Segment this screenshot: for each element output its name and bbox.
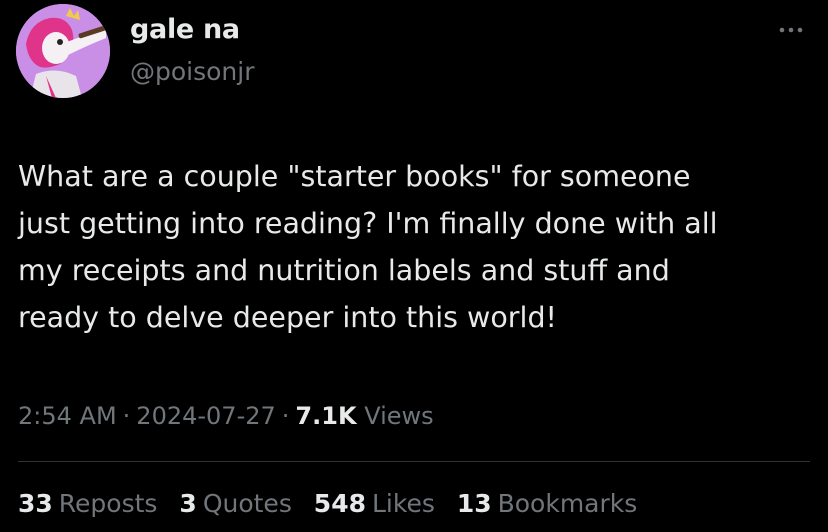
reposts-stat[interactable]: 33 Reposts [18, 484, 157, 524]
user-info: gale na @poisonjr [130, 12, 255, 90]
reposts-count: 33 [18, 489, 53, 518]
display-name[interactable]: gale na [130, 12, 255, 48]
quotes-label: Quotes [202, 489, 292, 518]
quotes-count: 3 [179, 489, 197, 518]
tweet-date[interactable]: 2024-07-27 [136, 402, 275, 430]
bookmarks-stat[interactable]: 13 Bookmarks [457, 484, 637, 524]
tweet-text-line: just getting into reading? I'm finally d… [18, 207, 718, 240]
separator: · [281, 402, 290, 430]
divider [18, 461, 810, 462]
tweet-metadata: 2:54 AM · 2024-07-27 · 7.1K Views [18, 396, 434, 436]
tweet-text-line: my receipts and nutrition labels and stu… [18, 254, 670, 287]
separator: · [122, 402, 131, 430]
avatar-image [16, 4, 110, 98]
likes-label: Likes [371, 489, 435, 518]
tweet-text-line: ready to delve deeper into this world! [18, 301, 557, 334]
avatar[interactable] [16, 4, 110, 98]
user-handle[interactable]: @poisonjr [130, 54, 255, 90]
more-options-button[interactable] [776, 18, 806, 42]
engagement-stats: 33 Reposts 3 Quotes 548 Likes 13 Bookmarks [18, 484, 651, 524]
tweet-detail: gale na @poisonjr What are a couple "sta… [0, 0, 828, 532]
more-horizontal-icon [779, 27, 803, 33]
bookmarks-count: 13 [456, 489, 492, 518]
reposts-label: Reposts [58, 489, 158, 518]
likes-count: 548 [313, 489, 366, 518]
likes-stat[interactable]: 548 Likes [314, 484, 435, 524]
tweet-time[interactable]: 2:54 AM [18, 402, 117, 430]
tweet-text: What are a couple "starter books" for so… [18, 153, 808, 341]
views-label: Views [364, 402, 434, 430]
bookmarks-label: Bookmarks [497, 489, 638, 518]
quotes-stat[interactable]: 3 Quotes [179, 484, 291, 524]
tweet-text-line: What are a couple "starter books" for so… [18, 160, 691, 193]
views-count: 7.1K [295, 402, 357, 430]
